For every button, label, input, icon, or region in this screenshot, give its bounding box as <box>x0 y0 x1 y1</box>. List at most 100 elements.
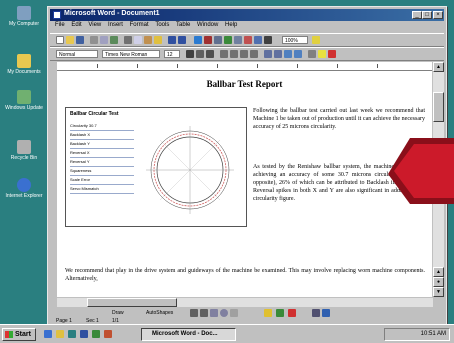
autoshapes-menu[interactable]: AutoShapes <box>146 308 173 318</box>
arrow-icon[interactable] <box>200 309 208 317</box>
cut-icon[interactable] <box>124 36 132 44</box>
line-color-icon[interactable] <box>276 309 284 317</box>
quicklaunch-ie-icon[interactable] <box>44 330 52 338</box>
zoom-select[interactable]: 100% <box>282 36 308 44</box>
hyperlink-icon[interactable] <box>194 36 202 44</box>
menu-view[interactable]: View <box>88 22 101 28</box>
highlight-icon[interactable] <box>318 50 326 58</box>
help-icon[interactable] <box>312 36 320 44</box>
close-button[interactable]: × <box>433 11 443 19</box>
border-icon[interactable] <box>308 50 316 58</box>
menu-table[interactable]: Table <box>176 22 190 28</box>
figure-legend-line: Backlash Y <box>70 140 134 149</box>
align-right-icon[interactable] <box>240 50 248 58</box>
paragraph-recommendation: Following the ballbar test carried out l… <box>253 108 425 130</box>
font-select[interactable]: Times New Roman <box>102 50 160 58</box>
italic-icon[interactable] <box>196 50 204 58</box>
underline-icon[interactable] <box>206 50 214 58</box>
justify-icon[interactable] <box>250 50 258 58</box>
menu-format[interactable]: Format <box>130 22 149 28</box>
oval-icon[interactable] <box>220 309 228 317</box>
horizontal-ruler[interactable] <box>57 62 432 71</box>
quicklaunch-excel-icon[interactable] <box>92 330 100 338</box>
desktop-icon-windows-update[interactable]: Windows Update <box>4 90 44 111</box>
menu-tools[interactable]: Tools <box>155 22 169 28</box>
quicklaunch-outlook-icon[interactable] <box>56 330 64 338</box>
next-page-icon[interactable]: ▼ <box>433 287 444 297</box>
taskbar-word-item[interactable]: Microsoft Word - Doc... <box>141 328 236 341</box>
style-select[interactable]: Normal <box>56 50 98 58</box>
previous-page-icon[interactable]: ▲ <box>433 267 444 277</box>
insert-table-icon[interactable] <box>214 36 222 44</box>
spelling-icon[interactable] <box>110 36 118 44</box>
align-left-icon[interactable] <box>220 50 228 58</box>
ballbar-plot-figure: Ballbar Circular Test Circularity 30.7 B… <box>65 107 247 227</box>
draw-menu[interactable]: Draw <box>112 308 124 318</box>
print-icon[interactable] <box>90 36 98 44</box>
paste-icon[interactable] <box>144 36 152 44</box>
center-icon[interactable] <box>230 50 238 58</box>
desktop-icon-label: My Documents <box>7 69 41 75</box>
decrease-indent-icon[interactable] <box>284 50 292 58</box>
quicklaunch-word-icon[interactable] <box>80 330 88 338</box>
scroll-up-arrow-icon[interactable]: ▲ <box>433 62 444 72</box>
insert-excel-icon[interactable] <box>224 36 232 44</box>
tables-borders-icon[interactable] <box>204 36 212 44</box>
new-icon[interactable] <box>56 36 64 44</box>
increase-indent-icon[interactable] <box>294 50 302 58</box>
horizontal-scrollbar[interactable] <box>57 298 433 307</box>
desktop-icon-internet-explorer[interactable]: Internet Explorer <box>4 178 44 199</box>
clock[interactable]: 10:51 AM <box>421 331 446 337</box>
fill-color-icon[interactable] <box>264 309 272 317</box>
desktop-icon-my-computer[interactable]: My Computer <box>4 6 44 27</box>
bullets-icon[interactable] <box>274 50 282 58</box>
redo-icon[interactable] <box>178 36 186 44</box>
menu-edit[interactable]: Edit <box>71 22 81 28</box>
document-heading: Ballbar Test Report <box>206 79 283 89</box>
browse-object-icon[interactable]: ● <box>433 277 444 287</box>
bold-icon[interactable] <box>186 50 194 58</box>
font-color-draw-icon[interactable] <box>288 309 296 317</box>
desktop-icon-label: My Computer <box>8 21 39 27</box>
desktop-icon-recycle-bin[interactable]: Recycle Bin <box>4 140 44 161</box>
shadow-icon[interactable] <box>312 309 320 317</box>
minimize-button[interactable]: _ <box>412 11 422 19</box>
quicklaunch-powerpoint-icon[interactable] <box>104 330 112 338</box>
font-size-select[interactable]: 12 <box>164 50 180 58</box>
text-box-icon[interactable] <box>230 309 238 317</box>
columns-icon[interactable] <box>234 36 242 44</box>
document-map-icon[interactable] <box>254 36 262 44</box>
menu-insert[interactable]: Insert <box>108 22 123 28</box>
recycle-bin-icon <box>17 140 31 154</box>
drawing-icon[interactable] <box>244 36 252 44</box>
menu-file[interactable]: File <box>55 22 65 28</box>
document-page[interactable]: Ballbar Test Report Ballbar Circular Tes… <box>57 71 432 297</box>
undo-icon[interactable] <box>168 36 176 44</box>
windows-flag-icon <box>5 331 13 338</box>
maximize-button[interactable]: □ <box>422 11 432 19</box>
word-app-icon[interactable] <box>53 11 61 19</box>
menu-help[interactable]: Help <box>225 22 237 28</box>
numbering-icon[interactable] <box>264 50 272 58</box>
print-preview-icon[interactable] <box>100 36 108 44</box>
rectangle-icon[interactable] <box>210 309 218 317</box>
line-icon[interactable] <box>190 309 198 317</box>
copy-icon[interactable] <box>134 36 142 44</box>
formatting-toolbar: Normal Times New Roman 12 <box>50 47 444 61</box>
show-hide-icon[interactable] <box>264 36 272 44</box>
3d-icon[interactable] <box>322 309 330 317</box>
font-color-icon[interactable] <box>328 50 336 58</box>
quicklaunch-desktop-icon[interactable] <box>68 330 76 338</box>
menu-window[interactable]: Window <box>197 22 218 28</box>
desktop-icon-my-documents[interactable]: My Documents <box>4 54 44 75</box>
start-button[interactable]: Start <box>2 328 36 341</box>
ruler-tick <box>377 64 378 68</box>
ruler-tick <box>177 64 178 68</box>
open-icon[interactable] <box>66 36 74 44</box>
vertical-scroll-thumb[interactable] <box>433 92 444 122</box>
save-icon[interactable] <box>76 36 84 44</box>
title-bar[interactable]: Microsoft Word - Document1 _ □ × <box>50 9 444 21</box>
desktop-icon-label: Windows Update <box>5 105 43 111</box>
horizontal-scroll-thumb[interactable] <box>87 298 177 307</box>
format-painter-icon[interactable] <box>154 36 162 44</box>
